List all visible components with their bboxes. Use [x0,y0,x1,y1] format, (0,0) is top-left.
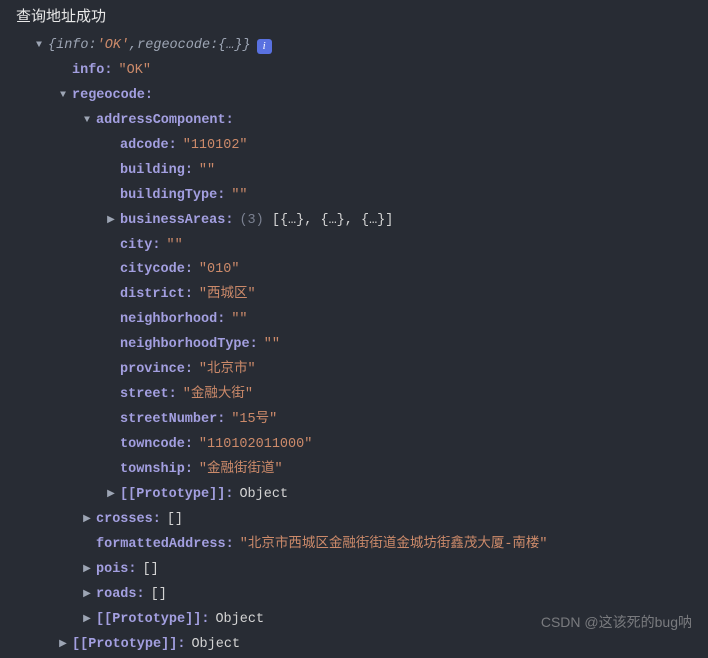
brace: { [48,34,56,59]
info-icon[interactable]: i [257,39,272,54]
property-city[interactable]: ▶ city: "" [8,234,700,259]
property-prototype-root[interactable]: ▶ [[Prototype]]: Object [8,633,700,658]
expand-arrow-icon[interactable]: ▼ [56,87,70,106]
property-province[interactable]: ▶ province: "北京市" [8,358,700,383]
preview-braces: {…} [218,34,242,59]
log-title: 查询地址成功 [8,4,700,32]
property-formattedaddress[interactable]: ▶ formattedAddress: "北京市西城区金融街街道金城坊街鑫茂大厦… [8,533,700,558]
collapse-arrow-icon[interactable]: ▶ [80,511,94,530]
property-prototype-ac[interactable]: ▶ [[Prototype]]: Object [8,483,700,508]
collapse-arrow-icon[interactable]: ▶ [80,586,94,605]
property-buildingtype[interactable]: ▶ buildingType: "" [8,184,700,209]
property-roads[interactable]: ▶ roads: [] [8,583,700,608]
property-towncode[interactable]: ▶ towncode: "110102011000" [8,433,700,458]
property-businessareas[interactable]: ▶ businessAreas: (3) [{…}, {…}, {…}] [8,209,700,234]
property-neighborhood[interactable]: ▶ neighborhood: "" [8,308,700,333]
property-info[interactable]: ▶ info: "OK" [8,59,700,84]
collapse-arrow-icon[interactable]: ▶ [80,561,94,580]
property-crosses[interactable]: ▶ crosses: [] [8,508,700,533]
property-neighborhoodtype[interactable]: ▶ neighborhoodType: "" [8,333,700,358]
collapse-arrow-icon[interactable]: ▶ [104,486,118,505]
property-district[interactable]: ▶ district: "西城区" [8,283,700,308]
expand-arrow-icon[interactable]: ▼ [32,37,46,56]
object-summary-row[interactable]: ▼ { info : 'OK' , regeocode : {…} } i [8,34,700,59]
property-addresscomponent[interactable]: ▼ addressComponent: [8,109,700,134]
preview-key-info: info [56,34,88,59]
expand-arrow-icon[interactable]: ▼ [80,112,94,131]
property-adcode[interactable]: ▶ adcode: "110102" [8,134,700,159]
property-citycode[interactable]: ▶ citycode: "010" [8,258,700,283]
preview-val-info: 'OK' [97,34,129,59]
property-street[interactable]: ▶ street: "金融大街" [8,383,700,408]
property-streetnumber[interactable]: ▶ streetNumber: "15号" [8,408,700,433]
collapse-arrow-icon[interactable]: ▶ [56,636,70,655]
preview-key-regeocode: regeocode [137,34,210,59]
collapse-arrow-icon[interactable]: ▶ [80,611,94,630]
property-regeocode[interactable]: ▼ regeocode: [8,84,700,109]
property-building[interactable]: ▶ building: "" [8,159,700,184]
watermark: CSDN @这该死的bug呐 [541,610,692,636]
property-township[interactable]: ▶ township: "金融街街道" [8,458,700,483]
collapse-arrow-icon[interactable]: ▶ [104,212,118,231]
property-pois[interactable]: ▶ pois: [] [8,558,700,583]
object-tree: ▼ { info : 'OK' , regeocode : {…} } i ▶ … [8,34,700,658]
